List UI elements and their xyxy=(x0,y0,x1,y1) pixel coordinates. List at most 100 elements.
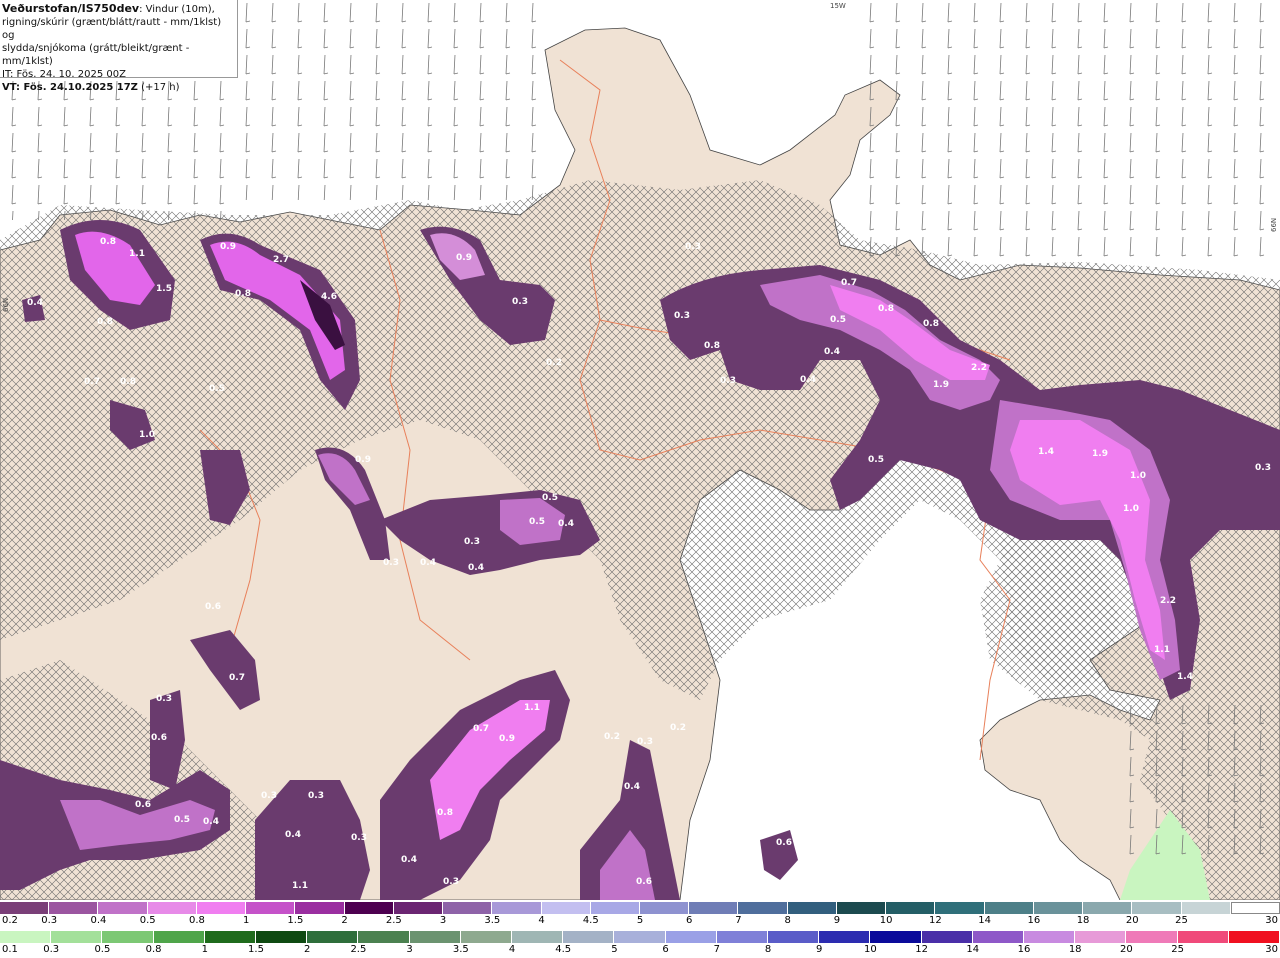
map-value-label: 0.2 xyxy=(670,723,686,733)
map-value-label: 0.4 xyxy=(800,375,816,385)
map-value-label: 0.3 xyxy=(512,297,528,307)
map-value-label: 0.4 xyxy=(624,782,640,792)
legend-swatch xyxy=(563,931,615,943)
legend-tick-label: 0.4 xyxy=(90,915,107,926)
legend-tick-label: 3 xyxy=(406,944,413,955)
map-value-label: 0.2 xyxy=(546,358,562,368)
legend-tick-label: 10 xyxy=(864,944,877,955)
map-value-label: 0.4 xyxy=(27,298,43,308)
map-value-label: 0.3 xyxy=(720,376,736,386)
legend-swatch xyxy=(935,902,985,914)
legend-tick-label: 9 xyxy=(816,944,823,955)
map-value-label: 2.2 xyxy=(1160,596,1176,606)
map-value-label: 1.1 xyxy=(1154,645,1170,655)
map-value-label: 0.4 xyxy=(468,563,484,573)
legend-swatch xyxy=(0,931,52,943)
legend-tick-label: 25 xyxy=(1171,944,1184,955)
legend-tick-label: 3 xyxy=(439,915,447,926)
map-value-label: 0.5 xyxy=(174,815,190,825)
legend-tick-label: 2 xyxy=(341,915,348,926)
legend-swatch xyxy=(98,902,148,914)
legend-swatch xyxy=(665,931,717,943)
legend-tick-label: 1 xyxy=(242,915,250,926)
map-value-label: 0.8 xyxy=(120,377,136,387)
legend-tick-label: 3.5 xyxy=(452,944,469,955)
issue-time: IT: Fös. 24. 10. 2025 00Z xyxy=(2,69,126,80)
legend-tick-label: 2 xyxy=(304,944,311,955)
legend-swatch xyxy=(972,931,1024,943)
legend-swatch xyxy=(512,931,564,943)
legend-swatch xyxy=(204,931,256,943)
map-value-label: 0.6 xyxy=(776,838,792,848)
legend-tick-label: 20 xyxy=(1120,944,1133,955)
legend-swatch xyxy=(819,931,871,943)
map-value-label: 0.3 xyxy=(156,694,172,704)
legend-tick-label: 2.5 xyxy=(350,944,367,955)
map-value-label: 0.3 xyxy=(308,791,324,801)
map-value-label: 0.8 xyxy=(923,319,939,329)
legend-swatch xyxy=(836,902,887,914)
map-value-label: 0.8 xyxy=(100,237,116,247)
map-value-label: 1.0 xyxy=(1130,471,1146,481)
legend-tick-label: 6 xyxy=(662,944,669,955)
map-value-label: 0.9 xyxy=(355,455,371,465)
legend-swatch xyxy=(870,931,922,943)
map-value-label: 1.0 xyxy=(1123,504,1139,514)
legend-swatch xyxy=(246,902,296,914)
map-value-label: 2.2 xyxy=(971,363,987,373)
legend-tick-label: 30 xyxy=(1265,915,1278,926)
legend-swatch xyxy=(0,902,50,914)
legend-tick-label: 0.3 xyxy=(43,944,60,955)
legend-swatch xyxy=(1177,931,1229,943)
legend-tick-label: 2.5 xyxy=(385,915,402,926)
legend-tick-label: 5 xyxy=(636,915,644,926)
legend-tick-label: 8 xyxy=(784,915,791,926)
map-value-label: 0.4 xyxy=(558,519,574,529)
desc-line-1: : Vindur (10m), xyxy=(139,4,215,15)
map-value-label: 0.6 xyxy=(151,733,167,743)
map-value-label: 0.7 xyxy=(84,377,100,387)
legend-tick-label: 0.8 xyxy=(145,944,162,955)
legend-swatch xyxy=(358,931,410,943)
edge-label-66n-left: 66N xyxy=(2,298,10,312)
legend-swatch xyxy=(787,902,837,914)
legend-swatch xyxy=(1033,902,1084,914)
map-value-label: 1.1 xyxy=(129,249,145,259)
legend-swatch xyxy=(443,902,493,914)
map-value-label: 0.2 xyxy=(604,732,620,742)
map-value-label: 0.3 xyxy=(261,791,277,801)
map-value-label: 0.3 xyxy=(351,833,367,843)
legend-swatch xyxy=(590,902,640,914)
map-value-label: 0.3 xyxy=(685,242,701,252)
legend-tick-label: 6 xyxy=(686,915,693,926)
legend-swatch xyxy=(49,902,99,914)
legend-tick-label: 14 xyxy=(978,915,991,926)
legend-tick-label: 4 xyxy=(538,915,545,926)
map-value-label: 0.3 xyxy=(383,558,399,568)
legend-tick-label: 9 xyxy=(833,915,841,926)
edge-label-15w: 15W xyxy=(830,2,846,10)
map-value-label: 0.6 xyxy=(135,800,151,810)
legend-swatch xyxy=(307,931,359,943)
legend-swatch xyxy=(393,902,444,914)
legend-tick-label: 25 xyxy=(1175,915,1188,926)
legend-tick-label: 5 xyxy=(611,944,618,955)
legend-swatch xyxy=(344,902,394,914)
legend-swatch xyxy=(921,931,973,943)
legend-tick-label: 16 xyxy=(1027,915,1041,926)
legend-swatch xyxy=(984,902,1034,914)
legend-tick-label: 0.8 xyxy=(188,915,205,926)
map-value-label: 0.7 xyxy=(473,724,489,734)
legend-tick-label: 4 xyxy=(508,944,516,955)
map-value-label: 0.8 xyxy=(437,808,453,818)
legend-swatch xyxy=(460,931,512,943)
legend-tick-label: 30 xyxy=(1265,944,1278,955)
legend-swatch xyxy=(768,931,820,943)
legend-tick-label: 0.3 xyxy=(41,915,58,926)
map-value-label: 1.4 xyxy=(1038,447,1054,457)
map-value-label: 0.5 xyxy=(209,384,225,394)
legend-swatch xyxy=(51,931,103,943)
legend-swatch xyxy=(1132,902,1182,914)
legend-tick-label: 4.5 xyxy=(555,944,572,955)
map-value-label: 0.9 xyxy=(456,253,472,263)
